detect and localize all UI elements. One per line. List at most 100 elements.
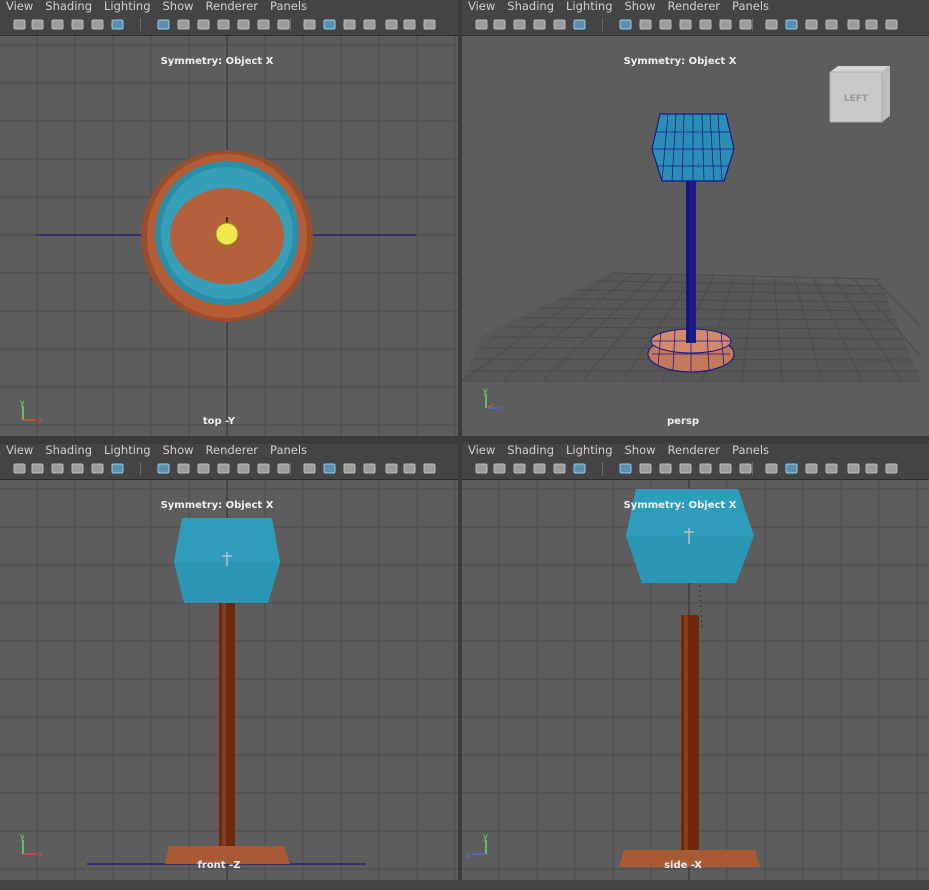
wireframe-icon[interactable] (302, 461, 317, 476)
menu-renderer[interactable]: Renderer (662, 0, 727, 14)
view-cube[interactable]: LEFT (829, 66, 890, 123)
grid-icon[interactable] (618, 17, 633, 32)
default-material-icon[interactable] (342, 461, 357, 476)
safe-action-icon[interactable] (718, 461, 733, 476)
viewport-side[interactable]: Symmetry: Object X side -X y z (462, 480, 929, 880)
smooth-shade-icon[interactable] (784, 461, 799, 476)
resolution-gate-icon[interactable] (658, 17, 673, 32)
menu-panels[interactable]: Panels (726, 444, 775, 458)
menu-show[interactable]: Show (157, 444, 200, 458)
camera-icon[interactable] (474, 17, 489, 32)
menu-show[interactable]: Show (157, 0, 200, 14)
image-plane-icon[interactable] (90, 17, 105, 32)
lock-camera-icon[interactable] (492, 461, 507, 476)
lock-camera-icon[interactable] (30, 461, 45, 476)
lights-icon[interactable] (846, 461, 861, 476)
lock-camera-icon[interactable] (492, 17, 507, 32)
menu-lighting[interactable]: Lighting (98, 444, 156, 458)
gate-mask-icon[interactable] (678, 461, 693, 476)
field-chart-icon[interactable] (698, 17, 713, 32)
safe-action-icon[interactable] (256, 17, 271, 32)
safe-title-icon[interactable] (738, 461, 753, 476)
lights-icon[interactable] (846, 17, 861, 32)
viewport-panel-top[interactable]: View Shading Lighting Show Renderer Pane… (0, 0, 458, 436)
ambient-occlusion-icon[interactable] (422, 17, 437, 32)
menu-view[interactable]: View (462, 0, 501, 14)
smooth-shade-icon[interactable] (322, 17, 337, 32)
lock-camera-icon[interactable] (30, 17, 45, 32)
film-gate-icon[interactable] (176, 461, 191, 476)
panel-divider-vertical[interactable] (458, 0, 462, 890)
grease-pencil-icon[interactable] (110, 461, 125, 476)
safe-action-icon[interactable] (256, 461, 271, 476)
image-plane-icon[interactable] (552, 17, 567, 32)
default-material-icon[interactable] (804, 17, 819, 32)
viewport-top[interactable]: Symmetry: Object X top -Y y x (0, 36, 458, 436)
camera-attributes-icon[interactable] (50, 17, 65, 32)
menu-shading[interactable]: Shading (501, 0, 560, 14)
shadows-icon[interactable] (864, 17, 879, 32)
resolution-gate-icon[interactable] (196, 461, 211, 476)
bookmark-icon[interactable] (532, 17, 547, 32)
safe-title-icon[interactable] (276, 17, 291, 32)
safe-title-icon[interactable] (276, 461, 291, 476)
image-plane-icon[interactable] (90, 461, 105, 476)
viewport-panel-front[interactable]: View Shading Lighting Show Renderer Pane… (0, 444, 458, 880)
viewport-panel-side[interactable]: View Shading Lighting Show Renderer Pane… (462, 444, 929, 880)
menu-lighting[interactable]: Lighting (98, 0, 156, 14)
field-chart-icon[interactable] (236, 461, 251, 476)
camera-icon[interactable] (474, 461, 489, 476)
wireframe-icon[interactable] (764, 461, 779, 476)
viewport-panel-persp[interactable]: View Shading Lighting Show Renderer Pane… (462, 0, 929, 436)
menu-renderer[interactable]: Renderer (200, 0, 265, 14)
default-material-icon[interactable] (804, 461, 819, 476)
ambient-occlusion-icon[interactable] (422, 461, 437, 476)
xray-icon[interactable] (824, 461, 839, 476)
resolution-gate-icon[interactable] (196, 17, 211, 32)
xray-icon[interactable] (362, 461, 377, 476)
camera-icon[interactable] (12, 461, 27, 476)
xray-icon[interactable] (362, 17, 377, 32)
menu-shading[interactable]: Shading (39, 444, 98, 458)
panel-divider-horizontal[interactable] (0, 436, 929, 444)
safe-action-icon[interactable] (718, 17, 733, 32)
menu-shading[interactable]: Shading (39, 0, 98, 14)
resolution-gate-icon[interactable] (658, 461, 673, 476)
menu-show[interactable]: Show (619, 0, 662, 14)
menu-panels[interactable]: Panels (264, 444, 313, 458)
menu-panels[interactable]: Panels (264, 0, 313, 14)
shadows-icon[interactable] (402, 17, 417, 32)
grease-pencil-icon[interactable] (110, 17, 125, 32)
safe-title-icon[interactable] (738, 17, 753, 32)
ambient-occlusion-icon[interactable] (884, 17, 899, 32)
viewport-front[interactable]: Symmetry: Object X front -Z y x (0, 480, 458, 880)
film-gate-icon[interactable] (176, 17, 191, 32)
smooth-shade-icon[interactable] (322, 461, 337, 476)
bookmark-icon[interactable] (70, 461, 85, 476)
menu-shading[interactable]: Shading (501, 444, 560, 458)
menu-lighting[interactable]: Lighting (560, 0, 618, 14)
camera-icon[interactable] (12, 17, 27, 32)
lights-icon[interactable] (384, 17, 399, 32)
ambient-occlusion-icon[interactable] (884, 461, 899, 476)
menu-view[interactable]: View (0, 0, 39, 14)
xray-icon[interactable] (824, 17, 839, 32)
bookmark-icon[interactable] (532, 461, 547, 476)
gate-mask-icon[interactable] (678, 17, 693, 32)
camera-attributes-icon[interactable] (50, 461, 65, 476)
film-gate-icon[interactable] (638, 17, 653, 32)
menu-show[interactable]: Show (619, 444, 662, 458)
field-chart-icon[interactable] (698, 461, 713, 476)
smooth-shade-icon[interactable] (784, 17, 799, 32)
grid-icon[interactable] (156, 17, 171, 32)
grid-icon[interactable] (618, 461, 633, 476)
shadows-icon[interactable] (864, 461, 879, 476)
camera-attributes-icon[interactable] (512, 17, 527, 32)
menu-panels[interactable]: Panels (726, 0, 775, 14)
viewport-persp[interactable]: LEFT Symmetry: Object X persp y z (462, 36, 929, 436)
menu-view[interactable]: View (462, 444, 501, 458)
wireframe-icon[interactable] (764, 17, 779, 32)
shadows-icon[interactable] (402, 461, 417, 476)
bookmark-icon[interactable] (70, 17, 85, 32)
menu-lighting[interactable]: Lighting (560, 444, 618, 458)
